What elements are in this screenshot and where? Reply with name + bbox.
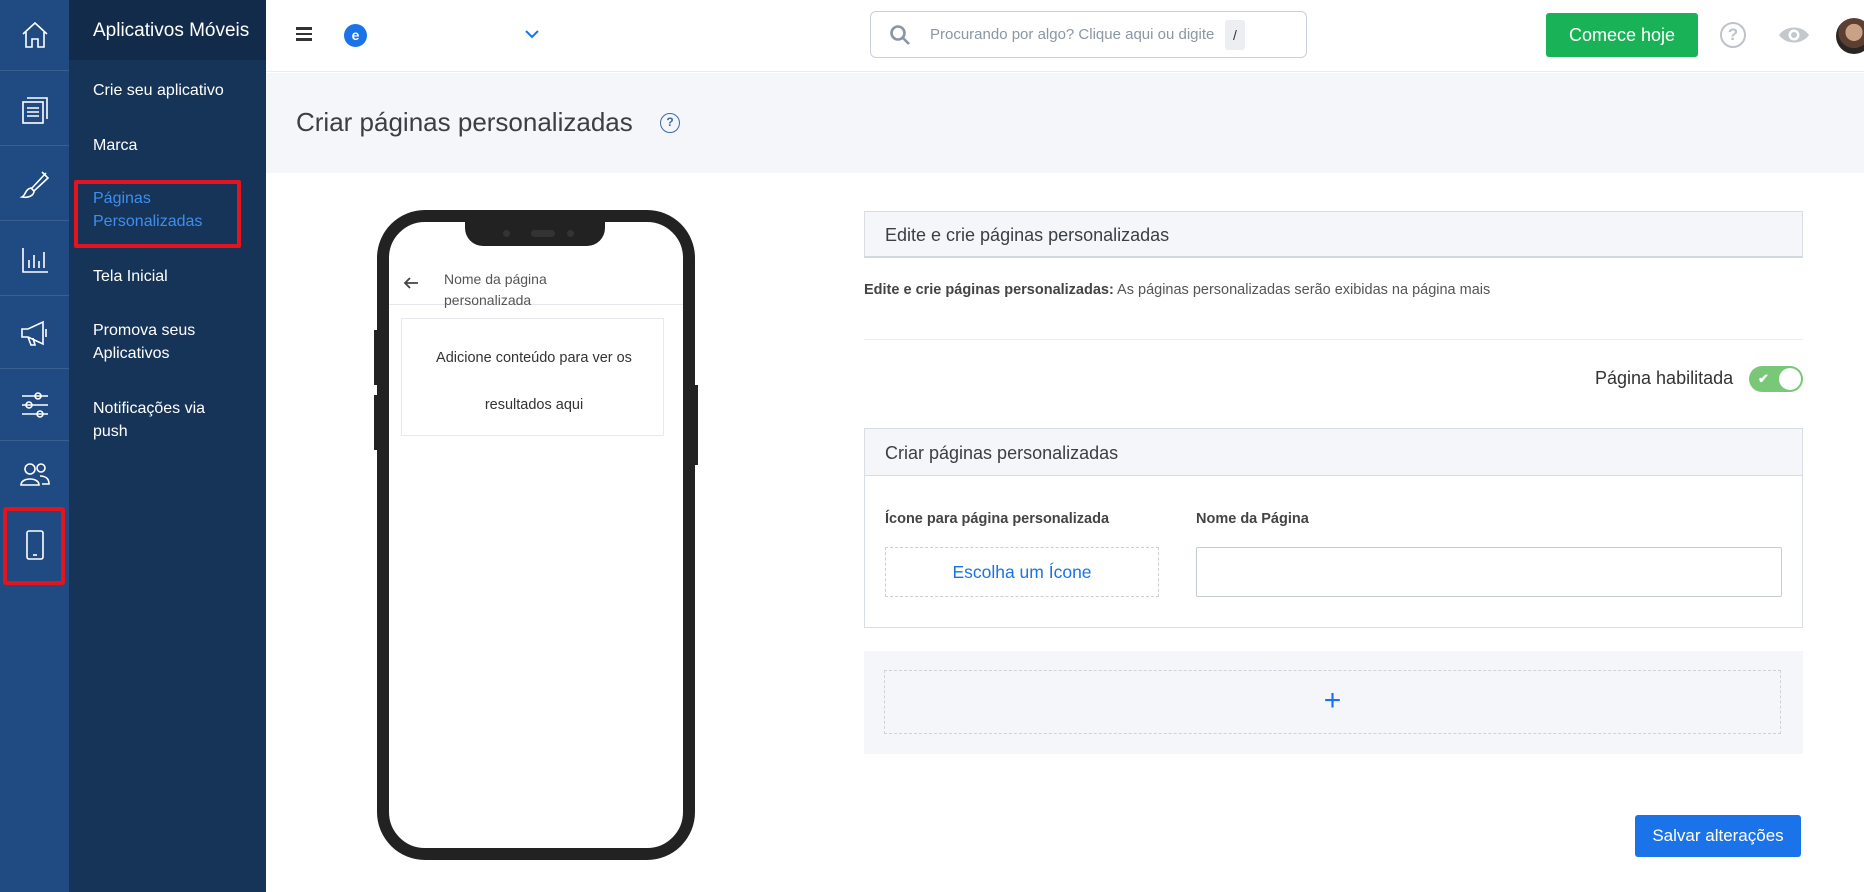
phone-volume-button: [374, 395, 377, 450]
subnav-title: Aplicativos Móveis: [69, 0, 266, 60]
page-header: Criar páginas personalizadas ?: [266, 73, 1864, 173]
hamburger-menu-icon[interactable]: [296, 27, 312, 41]
active-item-highlight: [74, 180, 241, 248]
back-arrow-icon: [403, 277, 418, 289]
section-description: Edite e crie páginas personalizadas: As …: [864, 282, 1490, 298]
subnav-item-marca[interactable]: Marca: [93, 134, 253, 157]
page-title: Criar páginas personalizadas: [296, 107, 633, 137]
phone-power-button: [695, 385, 698, 465]
search-icon: [890, 25, 910, 45]
save-changes-button[interactable]: Salvar alterações: [1635, 815, 1801, 857]
section-header: Edite e crie páginas personalizadas: [864, 211, 1803, 258]
add-page-area: +: [864, 651, 1803, 754]
check-icon: ✔: [1758, 371, 1769, 386]
page-name-label: Nome da Página: [1196, 511, 1309, 527]
search-shortcut-key: /: [1225, 20, 1245, 50]
search-bar[interactable]: Procurando por algo? Clique aqui ou digi…: [870, 11, 1307, 58]
divider: [864, 339, 1803, 340]
create-page-card: Criar páginas personalizadas Ícone para …: [864, 428, 1803, 628]
page-name-input[interactable]: [1196, 547, 1782, 597]
mobile-icon-highlight: [3, 507, 65, 585]
phone-placeholder-text: Adicione conteúdo para ver os resultados…: [436, 350, 632, 413]
phone-volume-button: [374, 330, 377, 385]
home-icon[interactable]: [0, 0, 69, 70]
section-title: Edite e crie páginas personalizadas: [885, 225, 1170, 245]
description-label: Edite e crie páginas personalizadas:: [864, 282, 1114, 298]
analytics-icon[interactable]: [0, 225, 69, 295]
preview-eye-icon[interactable]: [1778, 24, 1810, 46]
subnav-item-notificacoes-via-push[interactable]: Notificações via push: [93, 397, 223, 443]
toggle-knob: [1779, 368, 1801, 390]
card-header: Criar páginas personalizadas: [865, 429, 1802, 476]
sliders-icon[interactable]: [0, 370, 69, 440]
sub-navigation: Aplicativos Móveis Crie seu aplicativo M…: [69, 0, 266, 892]
phone-preview: Nome da página personalizada Adicione co…: [377, 210, 695, 860]
description-text: As páginas personalizadas serão exibidas…: [1113, 282, 1491, 298]
top-bar: e Procurando por algo? Clique aqui ou di…: [266, 0, 1864, 72]
phone-page-header: Nome da página personalizada: [389, 262, 683, 308]
icon-rail: [0, 0, 69, 892]
choose-icon-button[interactable]: Escolha um Ícone: [885, 547, 1159, 597]
subnav-item-promova-seus-aplicativos[interactable]: Promova seus Aplicativos: [93, 319, 213, 365]
card-title: Criar páginas personalizadas: [885, 443, 1119, 463]
phone-notch: [465, 218, 605, 246]
phone-page-name: Nome da página personalizada: [444, 271, 547, 308]
user-avatar[interactable]: [1836, 18, 1864, 54]
phone-content-placeholder: Adicione conteúdo para ver os resultados…: [401, 318, 664, 436]
megaphone-icon[interactable]: [0, 298, 69, 368]
page-enabled-label: Página habilitada: [1595, 368, 1734, 388]
brush-icon[interactable]: [0, 150, 69, 220]
subnav-item-tela-inicial[interactable]: Tela Inicial: [93, 265, 253, 288]
users-icon[interactable]: [0, 439, 69, 509]
start-today-button[interactable]: Comece hoje: [1546, 13, 1698, 57]
documents-icon[interactable]: [0, 75, 69, 145]
subnav-item-crie-seu-aplicativo[interactable]: Crie seu aplicativo: [93, 79, 253, 102]
help-icon[interactable]: ?: [1720, 22, 1746, 48]
search-placeholder: Procurando por algo? Clique aqui ou digi…: [930, 26, 1215, 43]
brand-logo[interactable]: e: [344, 24, 367, 47]
page-enabled-toggle[interactable]: ✔: [1749, 366, 1803, 392]
page-help-icon[interactable]: ?: [660, 113, 680, 133]
icon-field-label: Ícone para página personalizada: [885, 511, 1110, 527]
add-page-button[interactable]: +: [884, 670, 1781, 734]
chevron-down-icon[interactable]: [524, 26, 540, 42]
